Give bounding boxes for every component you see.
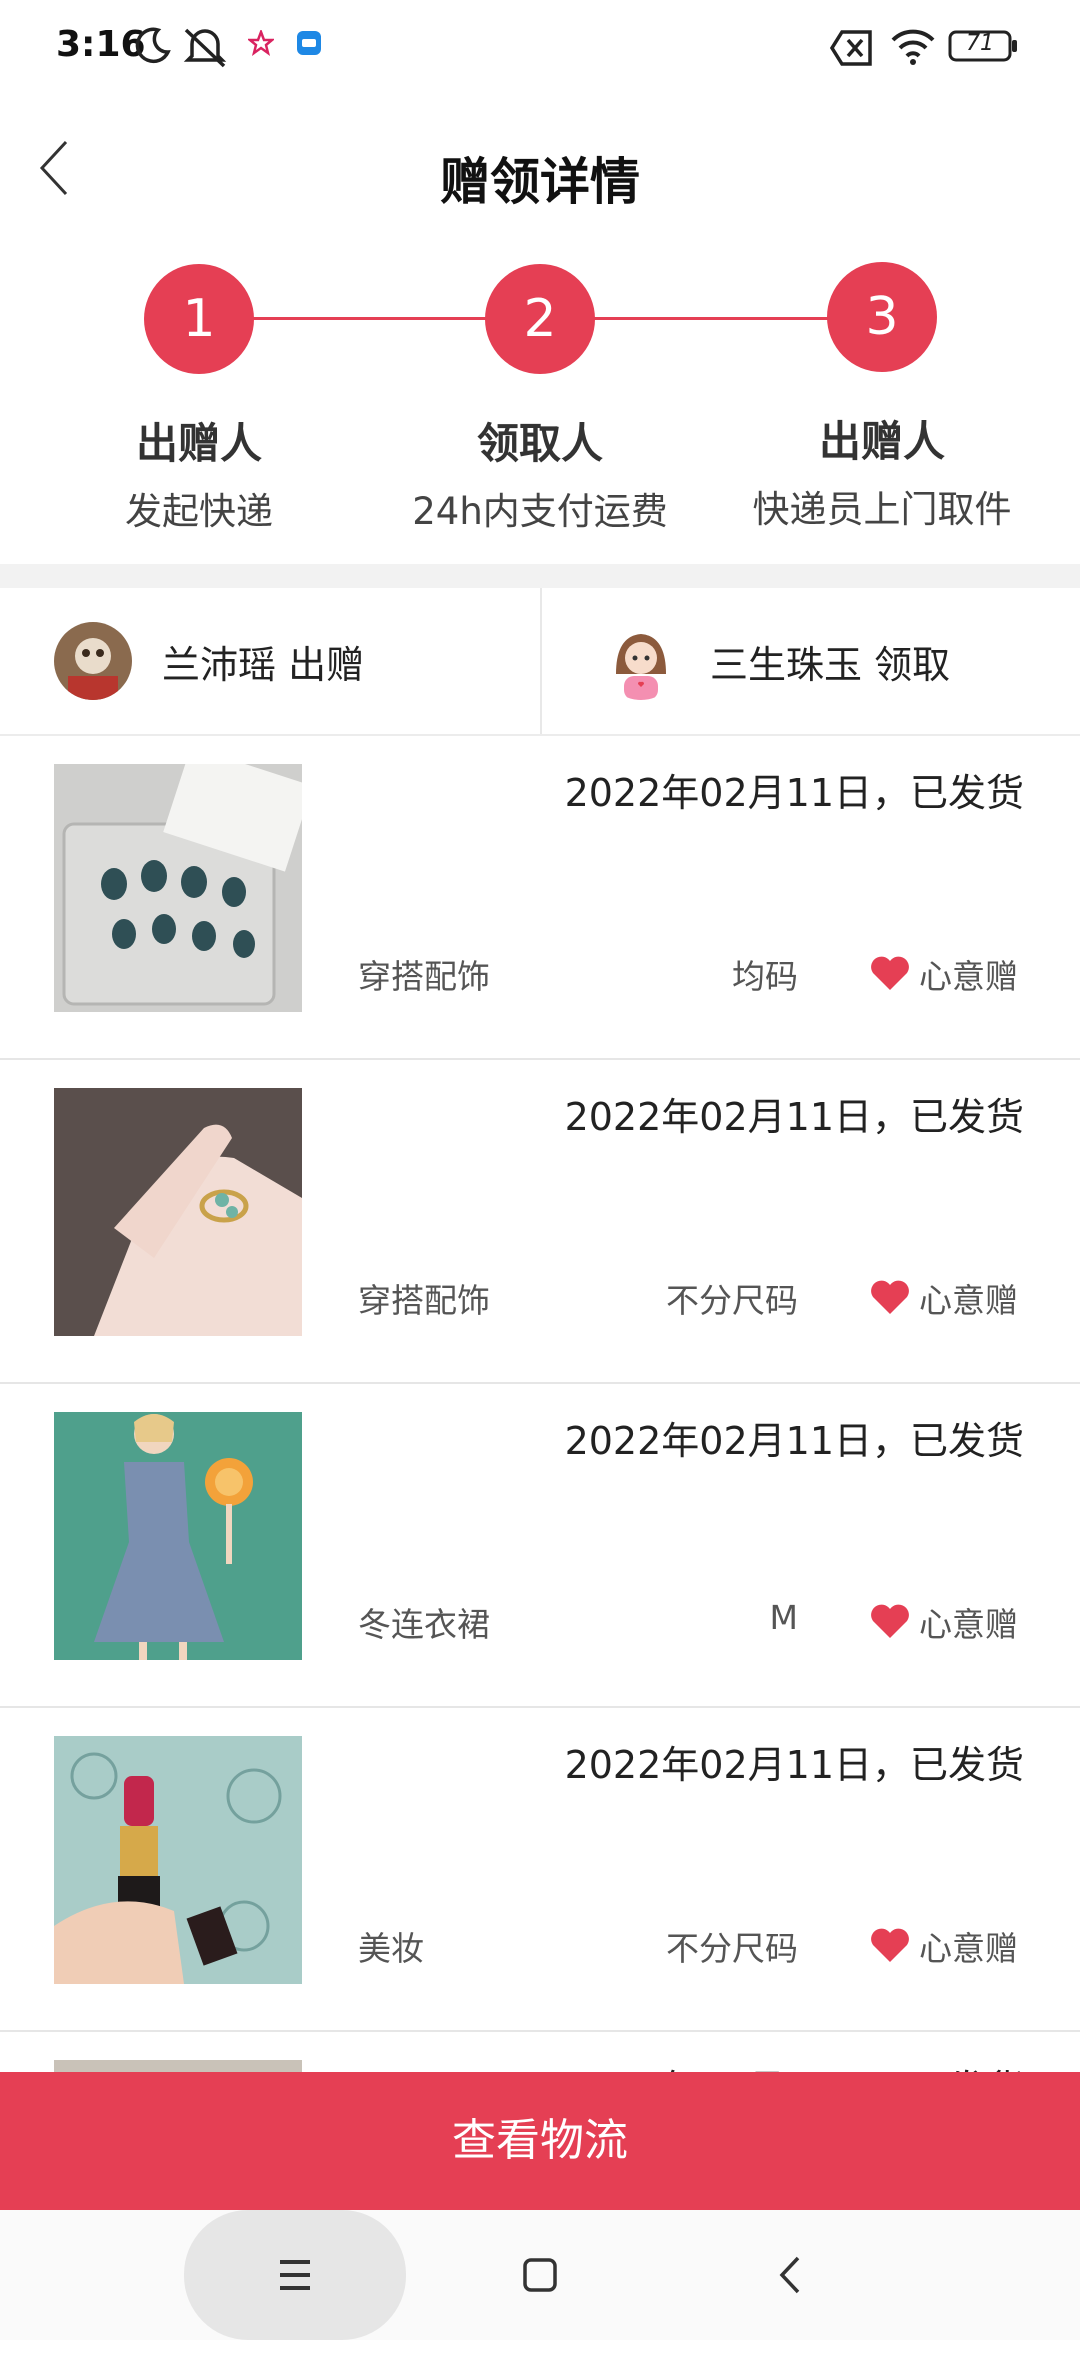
recents-button[interactable] — [184, 2210, 406, 2340]
list-item[interactable]: 2022年02月11日，已发货 冬连衣裙 M 心意赠 — [0, 1384, 1080, 1708]
home-button[interactable] — [500, 2240, 580, 2310]
gift-type-badge: 心意赠 — [869, 1598, 1018, 1646]
step-1: 1 出赠人 发起快递 — [19, 264, 379, 535]
moon-icon — [132, 26, 172, 70]
step-number: 2 — [485, 264, 595, 374]
heart-icon — [871, 1928, 909, 1962]
step-number: 1 — [144, 264, 254, 374]
gift-type-badge: 心意赠 — [869, 1922, 1018, 1970]
item-thumbnail — [54, 1088, 302, 1336]
item-category: 穿搭配饰 — [358, 957, 490, 996]
section-divider — [0, 564, 1080, 588]
mute-icon — [182, 26, 228, 72]
star-icon — [246, 28, 276, 60]
step-subtitle: 24h内支付运费 — [412, 490, 668, 533]
step-title: 出赠人 — [135, 419, 262, 468]
item-date-status: 2022年02月11日，已发货 — [564, 771, 1024, 815]
chevron-left-icon — [779, 2256, 800, 2294]
process-steps: 1 出赠人 发起快递 2 领取人 24h内支付运费 3 出赠人 快递员上门取件 — [0, 244, 1080, 564]
receiver-user[interactable]: 三生珠玉 领取 — [602, 588, 950, 734]
step-number: 3 — [827, 262, 937, 372]
gift-type-badge: 心意赠 — [869, 950, 1018, 998]
page-title: 赠领详情 — [440, 153, 640, 211]
step-title: 出赠人 — [818, 417, 945, 466]
gift-type-label: 心意赠 — [919, 1281, 1018, 1320]
item-category: 美妆 — [358, 1929, 424, 1968]
giver-name: 兰沛瑶 出赠 — [162, 642, 365, 687]
item-thumbnail — [54, 1412, 302, 1660]
receiver-name: 三生珠玉 领取 — [710, 642, 951, 687]
receiver-avatar — [602, 622, 680, 700]
item-date-status: 2022年02月11日，已发货 — [564, 1743, 1024, 1787]
list-item[interactable]: 2022年02月11日，已发货 美妆 不分尺码 心意赠 — [0, 1708, 1080, 2032]
list-item[interactable]: 2022年02月11日，已发货 穿搭配饰 不分尺码 心意赠 — [0, 1060, 1080, 1384]
home-square-icon — [523, 2258, 557, 2292]
item-size: 均码 — [732, 957, 798, 996]
app-notification-icon — [296, 30, 322, 60]
step-title: 领取人 — [476, 419, 603, 468]
view-logistics-button[interactable]: 查看物流 — [0, 2072, 1080, 2210]
step-2: 2 领取人 24h内支付运费 — [360, 264, 720, 535]
item-size: M — [769, 1598, 798, 1637]
gift-type-label: 心意赠 — [919, 1929, 1018, 1968]
item-category: 冬连衣裙 — [358, 1605, 490, 1644]
heart-icon — [871, 1604, 909, 1638]
item-thumbnail — [54, 1736, 302, 1984]
item-thumbnail — [54, 764, 302, 1012]
participants-row: 兰沛瑶 出赠 三生珠玉 领取 — [0, 588, 1080, 736]
gift-type-badge: 心意赠 — [869, 1274, 1018, 1322]
participants-divider — [540, 588, 542, 734]
gift-type-label: 心意赠 — [919, 1605, 1018, 1644]
wifi-icon — [890, 26, 936, 70]
no-sim-icon — [829, 30, 874, 70]
heart-icon — [871, 1280, 909, 1314]
battery-level: 71 — [966, 31, 994, 56]
step-3: 3 出赠人 快递员上门取件 — [702, 262, 1062, 533]
item-date-status: 2022年02月11日，已发货 — [564, 1419, 1024, 1463]
giver-avatar — [54, 622, 132, 700]
item-size: 不分尺码 — [666, 1281, 798, 1320]
heart-icon — [871, 956, 909, 990]
gift-type-label: 心意赠 — [919, 957, 1018, 996]
item-size: 不分尺码 — [666, 1929, 798, 1968]
menu-icon — [280, 2260, 310, 2290]
status-bar: 3:16 71 — [0, 0, 1080, 96]
step-subtitle: 快递员上门取件 — [752, 488, 1012, 531]
item-category: 穿搭配饰 — [358, 1281, 490, 1320]
list-item[interactable]: 2022年02月11日，已发货 穿搭配饰 均码 心意赠 — [0, 736, 1080, 1060]
step-subtitle: 发起快递 — [125, 490, 273, 533]
header: 赠领详情 — [0, 96, 1080, 244]
giver-user[interactable]: 兰沛瑶 出赠 — [54, 588, 364, 734]
nav-back-button[interactable] — [750, 2240, 830, 2310]
item-date-status: 2022年02月11日，已发货 — [564, 1095, 1024, 1139]
